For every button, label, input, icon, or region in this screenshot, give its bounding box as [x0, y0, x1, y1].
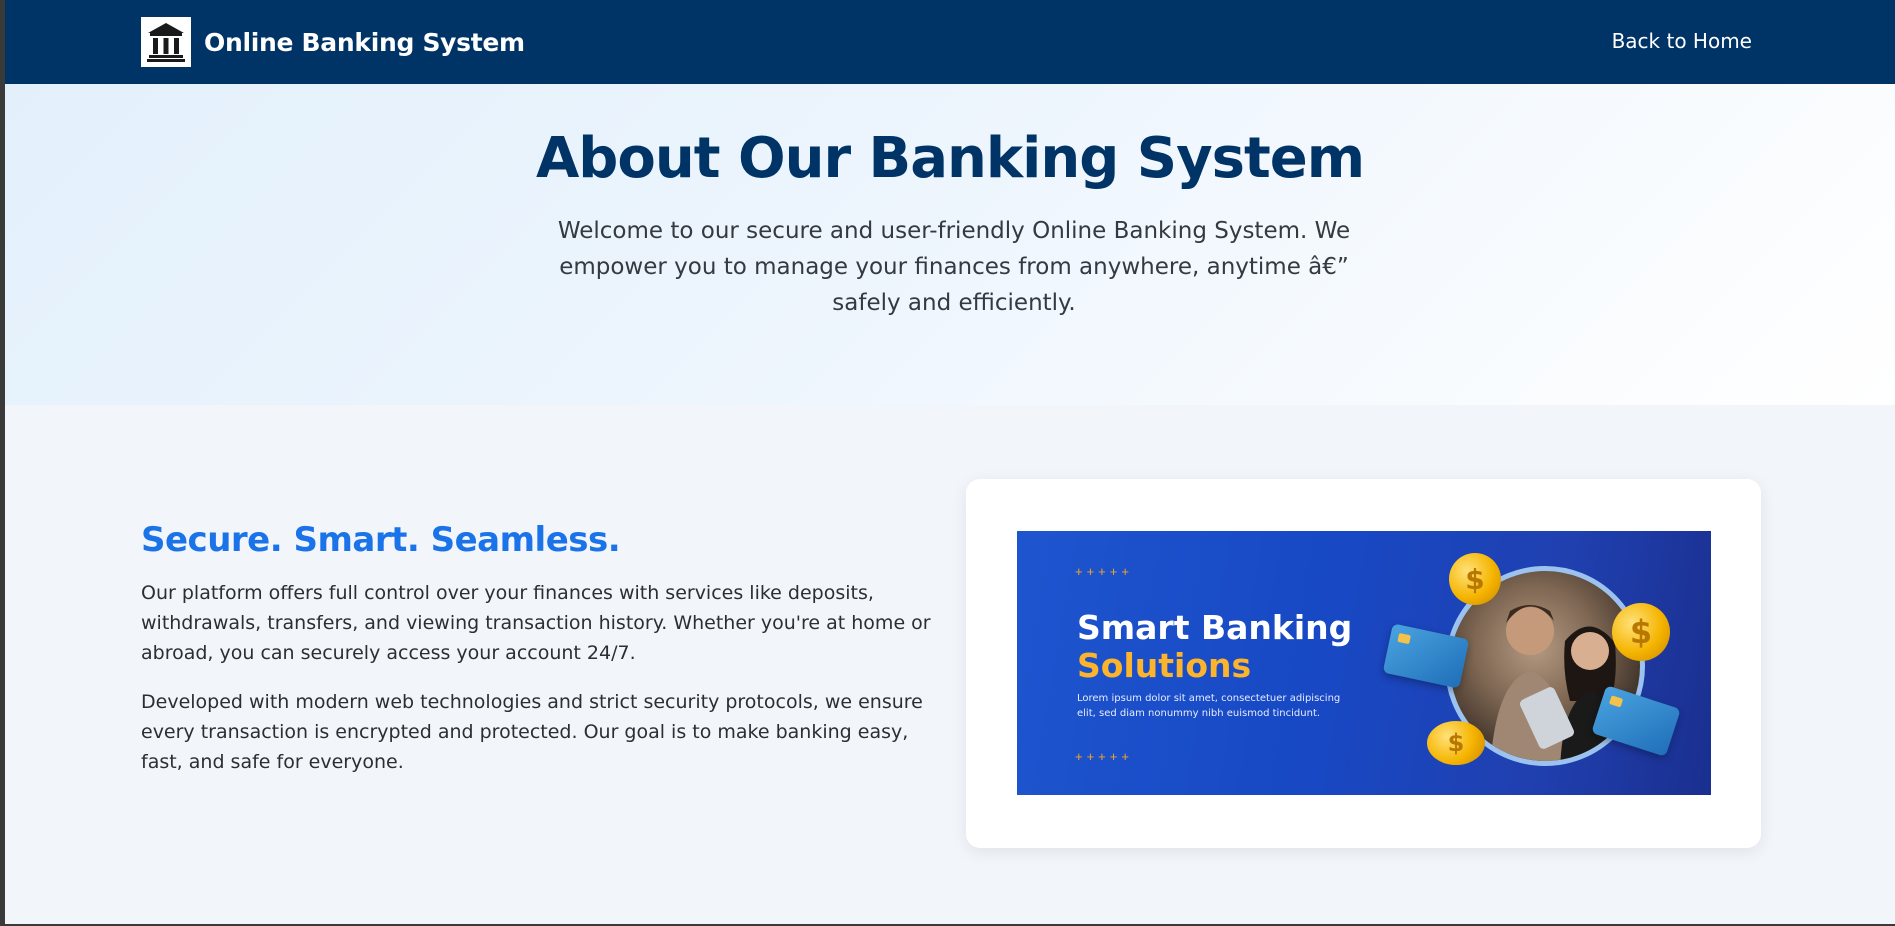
banner-subtitle: Lorem ipsum dolor sit amet, consectetuer… [1077, 693, 1341, 719]
page-title: About Our Banking System [535, 126, 1365, 191]
banner-title: Smart Banking Solutions [1077, 609, 1352, 685]
banner-title-line1: Smart Banking [1077, 608, 1353, 647]
coin-icon: $ [1612, 603, 1670, 661]
coin-icon: $ [1449, 553, 1501, 605]
banner-dots-bottom: +++++ [1075, 749, 1133, 764]
banner-card: +++++ Smart Banking Solutions Lorem ipsu… [966, 479, 1761, 848]
banner-title-line2: Solutions [1077, 646, 1252, 685]
smart-banking-banner-image: +++++ Smart Banking Solutions Lorem ipsu… [1017, 531, 1711, 795]
coin-icon: $ [1427, 721, 1485, 765]
banner-dots-top: +++++ [1075, 564, 1133, 579]
hero-description: Welcome to our secure and user-friendly … [557, 218, 1351, 316]
about-paragraph-1: Our platform offers full control over yo… [141, 582, 931, 664]
page-frame: Online Banking System Back to Home About… [5, 0, 1895, 924]
navbar: Online Banking System Back to Home [5, 0, 1895, 84]
hero-section: About Our Banking System Welcome to our … [5, 84, 1895, 405]
about-text-column: Secure. Smart. Seamless. Our platform of… [141, 520, 941, 777]
brand[interactable]: Online Banking System [141, 17, 525, 67]
bank-building-icon [141, 17, 191, 67]
about-heading: Secure. Smart. Seamless. [141, 520, 621, 560]
brand-title: Online Banking System [204, 27, 525, 57]
about-paragraph-2: Developed with modern web technologies a… [141, 691, 923, 773]
back-to-home-link[interactable]: Back to Home [1612, 29, 1752, 53]
